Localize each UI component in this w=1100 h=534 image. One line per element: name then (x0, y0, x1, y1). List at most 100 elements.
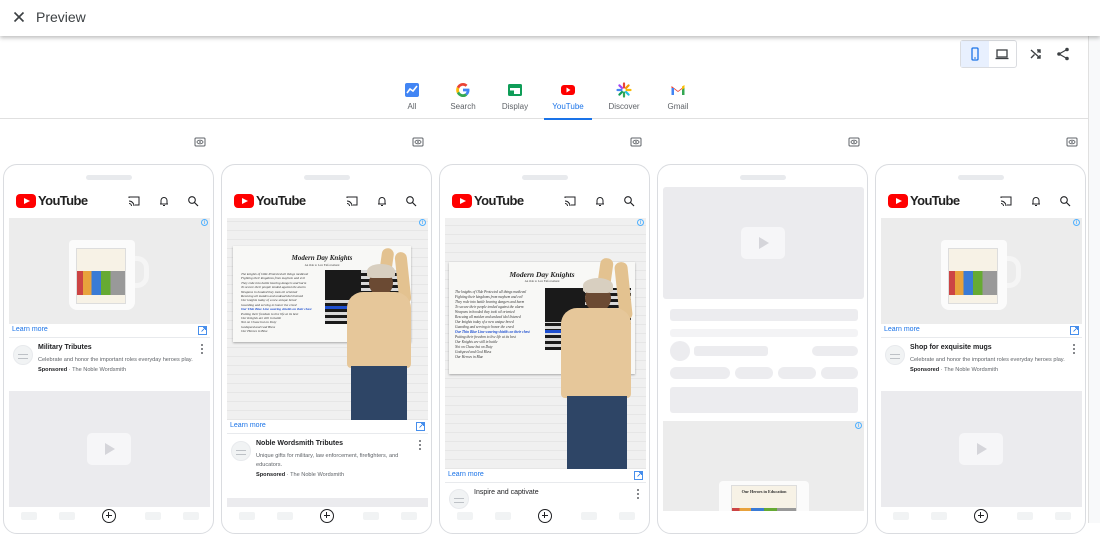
external-link-icon[interactable] (416, 422, 425, 431)
advertiser-avatar (231, 441, 251, 461)
video-placeholder (9, 391, 210, 507)
man-figure (549, 257, 635, 469)
ad-image[interactable]: Modern Day Knights An Ode to Law Enforce… (445, 218, 646, 469)
search-icon[interactable] (623, 195, 635, 207)
phone-preview-5: YouTube i Learn more Shop for exquisite … (875, 164, 1086, 534)
youtube-logo: YouTube (888, 194, 960, 208)
video-play-icon (741, 227, 785, 259)
man-figure (335, 247, 415, 420)
preview-visibility-icon[interactable] (1066, 136, 1078, 148)
gmail-icon (671, 85, 685, 95)
external-link-icon[interactable] (198, 326, 207, 335)
create-icon[interactable] (974, 509, 988, 523)
tab-youtube[interactable]: YouTube (543, 82, 593, 120)
preview-visibility-icon[interactable] (848, 136, 860, 148)
create-icon[interactable] (538, 509, 552, 523)
ad-card[interactable]: Noble Wordsmith Tributes Unique gifts fo… (227, 435, 428, 497)
learn-more-link[interactable]: Learn more (448, 471, 484, 478)
advertiser-name: The Noble Wordsmith (72, 367, 127, 373)
sponsored-label: Sponsored (256, 472, 286, 478)
preview-visibility-icon[interactable] (630, 136, 642, 148)
bell-icon[interactable] (158, 195, 170, 207)
external-link-icon[interactable] (634, 471, 643, 480)
learn-more-row: Learn more (227, 420, 428, 434)
tab-all[interactable]: All (387, 82, 437, 111)
sponsored-label: Sponsored (910, 367, 940, 373)
ad-card[interactable]: Inspire and captivate (445, 484, 646, 509)
tab-label: Display (501, 102, 529, 111)
learn-more-row: Learn more (445, 469, 646, 483)
cast-icon[interactable] (346, 195, 358, 207)
search-icon[interactable] (405, 195, 417, 207)
search-icon[interactable] (1059, 195, 1071, 207)
ad-card[interactable]: Military Tributes Celebrate and honor th… (9, 339, 210, 391)
ad-info-icon[interactable]: i (1073, 219, 1080, 226)
loading-avatar (670, 341, 690, 361)
cast-icon[interactable] (564, 195, 576, 207)
bottom-nav (9, 509, 210, 523)
video-placeholder (227, 498, 428, 507)
create-icon[interactable] (320, 509, 334, 523)
tab-gmail[interactable]: Gmail (653, 82, 703, 111)
learn-more-link[interactable]: Learn more (230, 422, 266, 429)
bell-icon[interactable] (1030, 195, 1042, 207)
chart-icon (405, 83, 419, 97)
search-icon[interactable] (187, 195, 199, 207)
ad-image[interactable]: Our Heroes in Education i (663, 421, 864, 511)
more-options-icon[interactable] (419, 440, 422, 450)
ad-info-icon[interactable]: i (637, 219, 644, 226)
bottom-nav (227, 509, 428, 523)
external-link-icon[interactable] (1070, 326, 1079, 335)
close-icon[interactable] (11, 9, 27, 25)
preview-visibility-icon[interactable] (194, 136, 206, 148)
loading-bar (670, 329, 858, 337)
advertiser-avatar (13, 345, 33, 365)
learn-more-link[interactable]: Learn more (884, 326, 920, 333)
ad-headline: Shop for exquisite mugs (910, 344, 992, 351)
right-scrollbar[interactable] (1088, 36, 1100, 523)
ad-image[interactable]: i (881, 218, 1082, 324)
mug-image (941, 240, 1007, 310)
share-icon[interactable] (1055, 46, 1071, 62)
create-icon[interactable] (102, 509, 116, 523)
phone-notch (304, 175, 350, 180)
more-options-icon[interactable] (201, 344, 204, 354)
ad-image[interactable]: i (9, 218, 210, 324)
phone-preview-3: YouTube Modern Day Knights An Ode to Law… (439, 164, 650, 534)
ad-headline: Inspire and captivate (474, 489, 539, 496)
more-options-icon[interactable] (637, 489, 640, 499)
youtube-icon (561, 85, 575, 95)
tab-display[interactable]: Display (490, 82, 540, 111)
preview-visibility-icon[interactable] (412, 136, 424, 148)
tab-search[interactable]: Search (438, 82, 488, 111)
learn-more-row: Learn more (881, 324, 1082, 338)
mug-image: Our Heroes in Education (719, 481, 809, 511)
more-options-icon[interactable] (1073, 344, 1076, 354)
video-placeholder (881, 391, 1082, 507)
ad-info-icon[interactable]: i (201, 219, 208, 226)
tab-label: Gmail (667, 102, 689, 111)
cast-icon[interactable] (1000, 195, 1012, 207)
loading-bar (694, 346, 768, 356)
phone-preview-1: YouTube i Learn more Military Tributes C… (3, 164, 214, 534)
video-play-icon (959, 433, 1003, 465)
bell-icon[interactable] (594, 195, 606, 207)
youtube-wordmark: YouTube (910, 193, 960, 208)
mug-print: Our Heroes in Education (731, 485, 797, 511)
mobile-view-button[interactable] (961, 41, 989, 67)
mug-print-title: Our Heroes in Education (741, 489, 787, 494)
bottom-nav (445, 509, 646, 523)
youtube-play-icon (452, 194, 472, 208)
ad-info-icon[interactable]: i (419, 219, 426, 226)
bell-icon[interactable] (376, 195, 388, 207)
preview-header: Preview (0, 0, 1100, 36)
ad-description: Celebrate and honor the important roles … (38, 357, 193, 363)
cast-icon[interactable] (128, 195, 140, 207)
learn-more-link[interactable]: Learn more (12, 326, 48, 333)
shuffle-icon[interactable] (1028, 46, 1044, 62)
tab-discover[interactable]: Discover (599, 82, 649, 111)
ad-info-icon[interactable]: i (855, 422, 862, 429)
ad-image[interactable]: Modern Day Knights An Ode to Law Enforce… (227, 218, 428, 420)
desktop-view-button[interactable] (989, 41, 1017, 67)
ad-card[interactable]: Shop for exquisite mugs Celebrate and ho… (881, 339, 1082, 391)
